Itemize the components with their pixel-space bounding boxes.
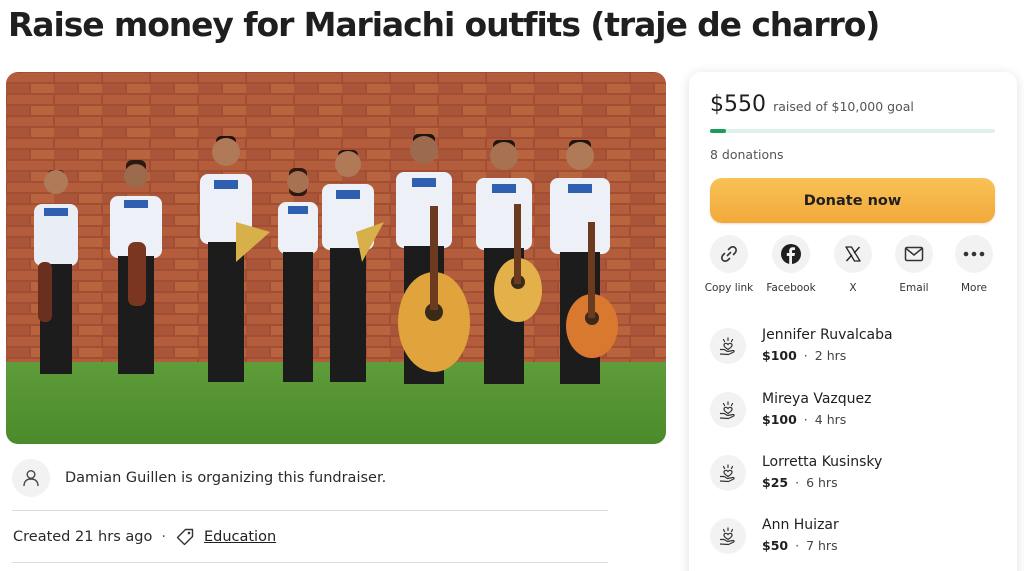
donor-separator: · (803, 412, 808, 427)
donation-count: 8 donations (710, 147, 784, 162)
donor-item: Mireya Vazquez $100 · 4 hrs (710, 391, 871, 428)
raised-summary: $550 raised of $10,000 goal (710, 92, 914, 117)
heart-hand-icon (719, 527, 735, 546)
progress-fill (710, 129, 726, 133)
donor-item: Lorretta Kusinsky $25 · 6 hrs (710, 454, 882, 491)
donation-card: $550 raised of $10,000 goal 8 donations … (689, 72, 1017, 571)
heart-hand-icon (719, 337, 735, 356)
heart-hand-icon (719, 464, 735, 483)
donor-amount: $100 (762, 412, 797, 427)
donor-item: Ann Huizar $50 · 7 hrs (710, 517, 839, 554)
more-icon (963, 251, 985, 257)
created-text: Created 21 hrs ago (13, 529, 153, 545)
x-icon (845, 246, 861, 262)
share-label: Copy link (704, 282, 754, 294)
donate-now-button[interactable]: Donate now (710, 178, 995, 223)
progress-bar (710, 129, 995, 133)
share-label: Facebook (766, 282, 816, 294)
share-label: Email (899, 282, 929, 294)
page-title: Raise money for Mariachi outfits (traje … (8, 5, 880, 44)
donor-separator: · (795, 538, 800, 553)
email-icon (904, 246, 924, 262)
category-link[interactable]: Education (204, 529, 276, 545)
share-more-button[interactable]: More (947, 235, 1001, 295)
donor-name: Jennifer Ruvalcaba (762, 327, 893, 343)
divider (12, 562, 608, 563)
tag-icon (176, 528, 194, 546)
fundraiser-meta: Created 21 hrs ago · Education (13, 527, 276, 547)
share-x-button[interactable]: X (826, 235, 880, 295)
donor-amount: $25 (762, 475, 789, 490)
raised-amount: $550 (710, 92, 766, 117)
heart-hand-icon (719, 401, 735, 420)
donor-name: Mireya Vazquez (762, 391, 872, 407)
donor-amount: $100 (762, 348, 797, 363)
facebook-icon (781, 244, 801, 264)
donor-separator: · (803, 348, 808, 363)
user-icon (23, 470, 39, 487)
share-copy-link-button[interactable]: Copy link (702, 235, 756, 295)
donor-time: 6 hrs (806, 475, 838, 490)
donor-amount: $50 (762, 538, 789, 553)
organizer-text: Damian Guillen is organizing this fundra… (65, 470, 387, 486)
donor-item: Jennifer Ruvalcaba $100 · 2 hrs (710, 327, 893, 364)
share-facebook-button[interactable]: Facebook (764, 235, 818, 295)
fundraiser-photo (6, 72, 666, 444)
meta-separator: · (161, 529, 166, 545)
avatar (12, 459, 50, 497)
link-icon (721, 246, 737, 262)
organizer-row: Damian Guillen is organizing this fundra… (12, 459, 386, 497)
donor-name: Lorretta Kusinsky (762, 454, 883, 470)
donor-time: 4 hrs (814, 412, 847, 427)
divider (12, 510, 608, 511)
share-email-button[interactable]: Email (887, 235, 941, 295)
share-label: X (849, 282, 857, 294)
goal-text: raised of $10,000 goal (773, 99, 914, 114)
donor-name: Ann Huizar (762, 517, 839, 533)
donor-time: 7 hrs (806, 538, 838, 553)
share-label: More (960, 282, 988, 294)
donor-separator: · (795, 475, 800, 490)
donor-time: 2 hrs (814, 348, 847, 363)
